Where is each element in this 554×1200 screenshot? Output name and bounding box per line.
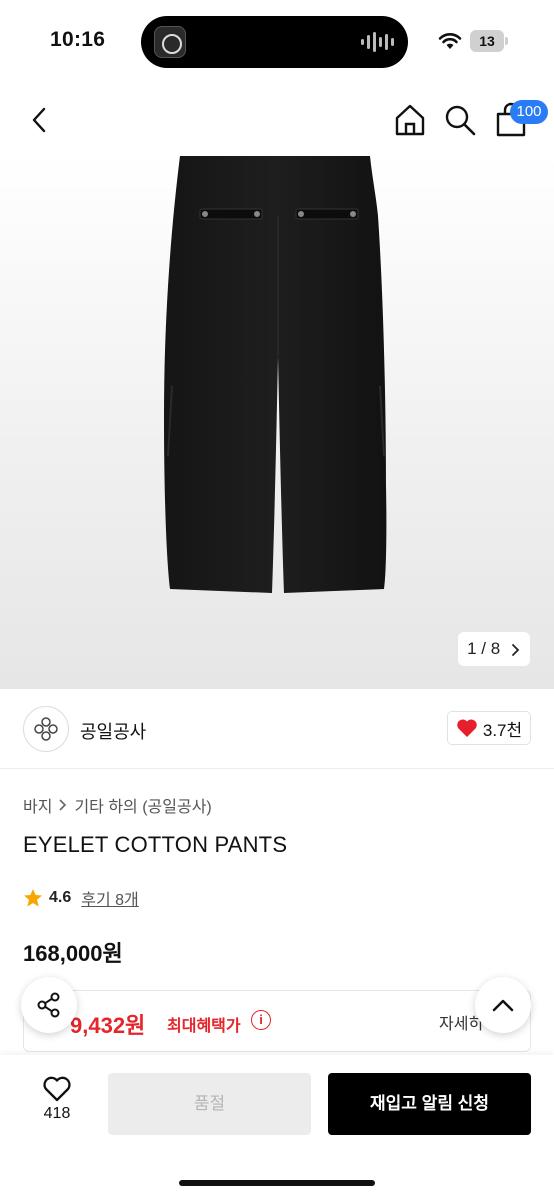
product-title: EYELET COTTON PANTS (23, 832, 288, 857)
home-indicator (179, 1180, 375, 1186)
status-bar: 10:16 13 (0, 0, 554, 84)
star-icon (24, 889, 42, 907)
dynamic-island (141, 16, 408, 68)
search-icon (445, 105, 476, 136)
cart-count-badge: 100 (510, 100, 548, 124)
status-time: 10:16 (50, 28, 106, 51)
chevron-right-icon (512, 643, 520, 656)
share-icon (37, 992, 60, 1018)
chevron-right-icon (59, 799, 67, 811)
pants-photo (164, 156, 387, 593)
wishlist-button[interactable]: 418 (30, 1075, 84, 1135)
breadcrumb-item[interactable]: 기타 하의 (공일공사) (74, 793, 211, 817)
image-counter[interactable]: 1 / 8 (458, 632, 530, 666)
status-indicators: 13 (438, 30, 508, 52)
share-button[interactable] (21, 977, 77, 1033)
product-image[interactable] (0, 156, 554, 689)
back-button[interactable] (22, 102, 58, 138)
brand-row: 공일공사 3.7천 (0, 689, 554, 769)
review-link[interactable]: 후기 8개 (81, 886, 139, 910)
bottom-action-bar: 418 품절 재입고 알림 신청 (0, 1055, 554, 1200)
soldout-button: 품절 (108, 1073, 311, 1135)
wifi-icon (438, 33, 462, 49)
benefit-label: 최대혜택가 (167, 1018, 241, 1035)
heart-icon (457, 719, 477, 737)
scroll-top-button[interactable] (475, 977, 531, 1033)
home-icon (395, 104, 425, 136)
rating-value: 4.6 (49, 889, 72, 906)
top-nav (0, 84, 554, 156)
brand-like-count: 3.7천 (482, 720, 523, 740)
wishlist-count: 418 (43, 1105, 71, 1122)
back-icon (32, 107, 46, 133)
heart-icon (43, 1076, 71, 1102)
max-benefit-box[interactable]: 9,432원 최대혜택가 i 자세히 (23, 990, 531, 1052)
brand-like-button[interactable]: 3.7천 (447, 711, 531, 745)
brand-logo[interactable] (23, 706, 69, 752)
info-icon[interactable]: i (251, 1010, 271, 1030)
breadcrumb: 바지 기타 하의 (공일공사) (23, 793, 212, 817)
benefit-price: 9,432원 (70, 1013, 146, 1038)
brand-logo-icon (34, 717, 58, 741)
audio-wave-icon (361, 32, 394, 52)
brand-name[interactable]: 공일공사 (80, 718, 146, 744)
battery-indicator: 13 (470, 30, 508, 52)
rating-row: 4.6 후기 8개 (23, 886, 139, 910)
search-button[interactable] (442, 102, 478, 138)
restock-alert-button[interactable]: 재입고 알림 신청 (328, 1073, 531, 1135)
product-price: 168,000원 (23, 941, 123, 966)
home-button[interactable] (392, 102, 428, 138)
image-counter-text: 1 / 8 (467, 639, 501, 658)
now-playing-album-icon (154, 26, 186, 58)
chevron-up-icon (492, 999, 514, 1012)
breadcrumb-item[interactable]: 바지 (23, 793, 52, 817)
